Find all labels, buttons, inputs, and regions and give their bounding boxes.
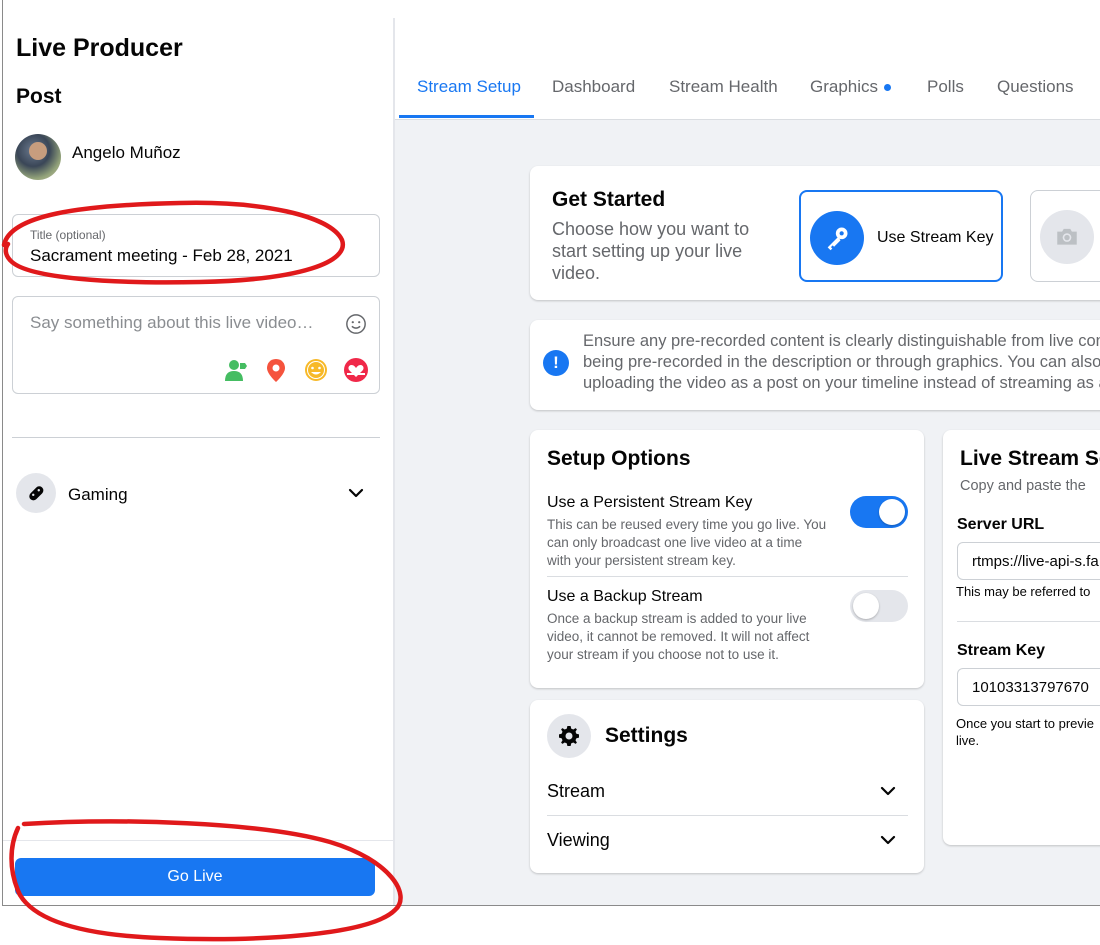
get-started-title: Get Started bbox=[552, 188, 666, 211]
gear-icon bbox=[547, 714, 591, 758]
settings-row-viewing[interactable]: Viewing bbox=[547, 830, 610, 851]
main-panel: Stream Setup Dashboard Stream Health Gra… bbox=[395, 0, 1100, 905]
description-input[interactable]: Say something about this live video… bbox=[12, 296, 380, 394]
backup-stream-description: Once a backup stream is added to your li… bbox=[547, 610, 841, 664]
notification-dot bbox=[884, 84, 892, 92]
setup-options-card: Setup Options Use a Persistent Stream Ke… bbox=[530, 430, 924, 688]
description-placeholder: Say something about this live video… bbox=[30, 313, 314, 332]
server-url-note: This may be referred to bbox=[956, 584, 1091, 599]
setup-options-title: Setup Options bbox=[547, 447, 691, 470]
stream-key-field[interactable]: 10103313797670 bbox=[957, 668, 1100, 706]
location-pin-icon[interactable] bbox=[263, 357, 289, 383]
fundraiser-heart-icon[interactable] bbox=[343, 357, 369, 383]
tab-stream-health[interactable]: Stream Health bbox=[669, 77, 778, 97]
note-line: live. bbox=[956, 733, 980, 748]
notice-line: being pre-recorded in the description or… bbox=[583, 353, 1100, 371]
tab-dashboard[interactable]: Dashboard bbox=[552, 77, 635, 97]
camera-icon bbox=[1040, 210, 1094, 264]
description-line: can only broadcast one live video at a t… bbox=[547, 535, 803, 550]
use-stream-key-option[interactable]: Use Stream Key bbox=[799, 190, 1003, 282]
persistent-key-toggle[interactable] bbox=[850, 496, 908, 528]
stream-key-label: Stream Key bbox=[957, 642, 1046, 659]
title-input-label: Title (optional) bbox=[30, 228, 106, 242]
persistent-key-title: Use a Persistent Stream Key bbox=[547, 494, 753, 511]
category-label[interactable]: Gaming bbox=[68, 485, 128, 505]
chevron-down-icon[interactable] bbox=[347, 484, 365, 502]
bottom-bar: Go Live bbox=[3, 840, 393, 905]
notice-text: Ensure any pre-recorded content is clear… bbox=[583, 331, 1100, 394]
backup-stream-title: Use a Backup Stream bbox=[547, 588, 703, 605]
info-icon: ! bbox=[543, 350, 569, 376]
feeling-icon[interactable] bbox=[303, 357, 329, 383]
live-stream-subtitle: Copy and paste the bbox=[960, 478, 1086, 494]
stream-key-note: Once you start to previe live. bbox=[956, 715, 1094, 749]
toggle-knob bbox=[853, 593, 879, 619]
app-window: Live Producer Post Angelo Muñoz Title (o… bbox=[2, 0, 1100, 906]
live-separator bbox=[957, 621, 1100, 622]
tab-graphics[interactable]: Graphics bbox=[810, 77, 892, 97]
get-started-card: Get Started Choose how you want to start… bbox=[530, 166, 1100, 300]
settings-card: Settings Stream Viewing bbox=[530, 700, 924, 873]
title-input[interactable]: Title (optional) Sacrament meeting - Feb… bbox=[12, 214, 380, 277]
settings-separator bbox=[547, 815, 908, 816]
toggle-knob bbox=[879, 499, 905, 525]
tab-graphics-label: Graphics bbox=[810, 77, 879, 96]
tab-stream-setup[interactable]: Stream Setup bbox=[417, 77, 521, 97]
notice-line: Ensure any pre-recorded content is clear… bbox=[583, 332, 1100, 350]
settings-row-stream[interactable]: Stream bbox=[547, 781, 605, 802]
notice-line: uploading the video as a post on your ti… bbox=[583, 374, 1100, 392]
live-stream-title: Live Stream Se bbox=[960, 447, 1100, 470]
section-title: Post bbox=[16, 85, 62, 108]
persistent-key-description: This can be reused every time you go liv… bbox=[547, 516, 841, 570]
description-line: This can be reused every time you go liv… bbox=[547, 517, 827, 532]
live-stream-setup-card: Live Stream Se Copy and paste the Server… bbox=[943, 430, 1100, 845]
tab-bar: Stream Setup Dashboard Stream Health Gra… bbox=[395, 0, 1100, 120]
gaming-controller-icon[interactable] bbox=[16, 473, 56, 513]
tag-people-icon[interactable] bbox=[223, 357, 249, 383]
backup-stream-toggle[interactable] bbox=[850, 590, 908, 622]
tab-questions[interactable]: Questions bbox=[997, 77, 1074, 97]
user-name[interactable]: Angelo Muñoz bbox=[72, 143, 181, 163]
chevron-down-icon[interactable] bbox=[879, 831, 897, 849]
use-stream-key-label: Use Stream Key bbox=[877, 229, 994, 246]
app-title: Live Producer bbox=[16, 34, 183, 62]
avatar[interactable] bbox=[15, 134, 61, 180]
camera-option[interactable] bbox=[1030, 190, 1100, 282]
description-line: Once a backup stream is added to your li… bbox=[547, 611, 807, 626]
key-icon bbox=[810, 211, 864, 265]
go-live-button[interactable]: Go Live bbox=[15, 858, 375, 896]
description-line: your stream if you choose not to use it. bbox=[547, 647, 779, 662]
server-url-field[interactable]: rtmps://live-api-s.fa bbox=[957, 542, 1100, 580]
active-tab-indicator bbox=[399, 115, 534, 118]
get-started-subtitle: Choose how you want to start setting up … bbox=[552, 219, 750, 283]
chevron-down-icon[interactable] bbox=[879, 782, 897, 800]
smiley-icon[interactable] bbox=[345, 313, 367, 335]
description-line: video, it cannot be removed. It will not… bbox=[547, 629, 810, 644]
note-line: Once you start to previe bbox=[956, 716, 1095, 731]
description-tools bbox=[223, 357, 369, 383]
left-divider bbox=[12, 437, 380, 438]
option-separator bbox=[547, 576, 908, 577]
tab-polls[interactable]: Polls bbox=[927, 77, 964, 97]
server-url-label: Server URL bbox=[957, 516, 1045, 533]
title-input-value[interactable]: Sacrament meeting - Feb 28, 2021 bbox=[30, 246, 293, 266]
left-panel: Live Producer Post Angelo Muñoz Title (o… bbox=[3, 0, 393, 905]
settings-title: Settings bbox=[605, 724, 688, 747]
prerecorded-notice: ! Ensure any pre-recorded content is cle… bbox=[530, 320, 1100, 410]
description-line: with your persistent stream key. bbox=[547, 553, 736, 568]
